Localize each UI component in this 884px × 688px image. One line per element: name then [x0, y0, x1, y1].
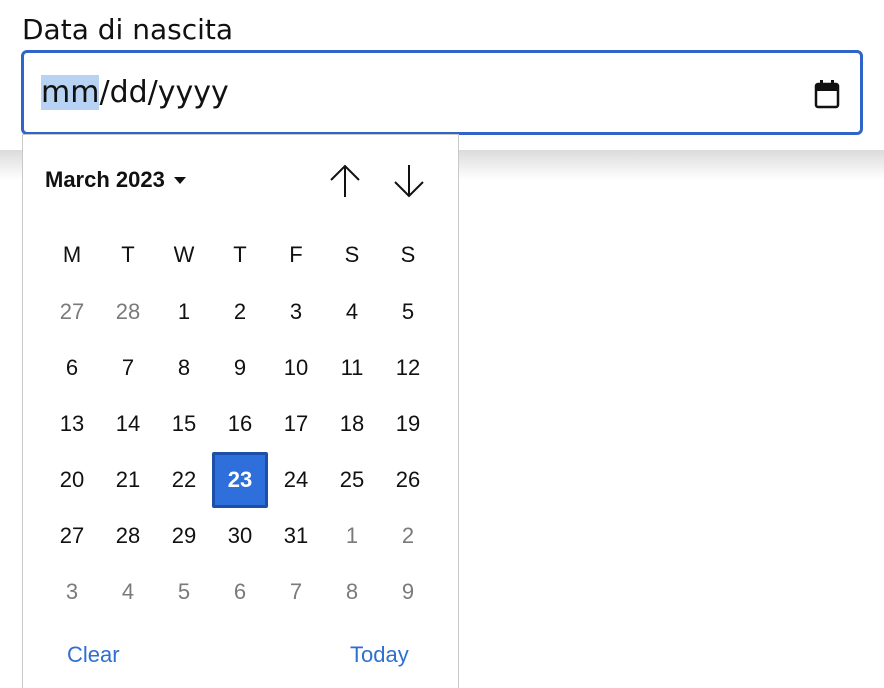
page: Data di nascita mm/dd/yyyy March 2023 MT… — [0, 0, 884, 688]
month-segment[interactable]: mm — [41, 75, 100, 110]
day-cell[interactable]: 21 — [100, 465, 156, 495]
day-cell[interactable]: 30 — [212, 521, 268, 551]
day-cell[interactable]: 6 — [212, 577, 268, 607]
day-cell[interactable]: 28 — [100, 297, 156, 327]
day-cell[interactable]: 2 — [380, 521, 436, 551]
field-label: Data di nascita — [22, 13, 234, 46]
caret-down-icon — [173, 176, 186, 184]
arrow-down-icon[interactable] — [389, 161, 429, 201]
day-cell[interactable]: 27 — [44, 297, 100, 327]
day-cell[interactable]: 5 — [380, 297, 436, 327]
date-separator: / — [99, 75, 110, 110]
day-cell[interactable]: 12 — [380, 353, 436, 383]
day-cell[interactable]: 29 — [156, 521, 212, 551]
day-cell[interactable]: 7 — [268, 577, 324, 607]
day-cell[interactable]: 7 — [100, 353, 156, 383]
day-cell[interactable]: 11 — [324, 353, 380, 383]
calendar-icon[interactable] — [814, 79, 840, 109]
day-segment[interactable]: dd — [110, 75, 148, 110]
day-cell[interactable]: 20 — [44, 465, 100, 495]
clear-button[interactable]: Clear — [67, 640, 120, 670]
arrow-up-icon[interactable] — [325, 161, 365, 201]
month-year-label: March 2023 — [45, 167, 165, 192]
day-cell[interactable]: 13 — [44, 409, 100, 439]
day-cell[interactable]: 4 — [324, 297, 380, 327]
month-year-selector[interactable]: March 2023 — [45, 165, 186, 195]
day-cell[interactable]: 14 — [100, 409, 156, 439]
day-cell[interactable]: 3 — [268, 297, 324, 327]
day-cell[interactable]: 17 — [268, 409, 324, 439]
weekday-header: F — [289, 242, 303, 267]
day-cell[interactable]: 18 — [324, 409, 380, 439]
weekday-header: S — [344, 242, 360, 267]
day-cell[interactable]: 31 — [268, 521, 324, 551]
day-cell[interactable]: 15 — [156, 409, 212, 439]
day-cell[interactable]: 25 — [324, 465, 380, 495]
day-cell[interactable]: 26 — [380, 465, 436, 495]
day-cell[interactable]: 3 — [44, 577, 100, 607]
weekday-header: M — [62, 242, 82, 267]
day-cell[interactable]: 9 — [380, 577, 436, 607]
day-cell[interactable]: 24 — [268, 465, 324, 495]
day-cell[interactable]: 2 — [212, 297, 268, 327]
day-cell[interactable]: 10 — [268, 353, 324, 383]
weekday-header: S — [400, 242, 416, 267]
date-picker-popup: March 2023 MTWTFSS 27 28 1 2 3 4 5 6 7 8 9 10 11 12 13… — [22, 134, 459, 688]
day-cell[interactable]: 1 — [324, 521, 380, 551]
today-button[interactable]: Today — [350, 640, 409, 670]
selected-day-cell[interactable]: 23 — [212, 452, 268, 508]
day-cell[interactable]: 22 — [156, 465, 212, 495]
year-segment[interactable]: yyyy — [158, 75, 229, 110]
weekday-header: T — [233, 242, 247, 267]
day-cell[interactable]: 8 — [156, 353, 212, 383]
weekday-header: T — [121, 242, 135, 267]
weekday-header: W — [173, 242, 195, 267]
day-cell[interactable]: 16 — [212, 409, 268, 439]
date-separator: / — [147, 75, 158, 110]
day-cell[interactable]: 4 — [100, 577, 156, 607]
day-cell[interactable]: 9 — [212, 353, 268, 383]
day-cell[interactable]: 1 — [156, 297, 212, 327]
day-cell[interactable]: 27 — [44, 521, 100, 551]
date-input[interactable]: mm/dd/yyyy — [21, 50, 863, 135]
day-cell[interactable]: 5 — [156, 577, 212, 607]
date-segments: mm/dd/yyyy — [41, 73, 229, 113]
day-cell[interactable]: 6 — [44, 353, 100, 383]
day-cell[interactable]: 19 — [380, 409, 436, 439]
day-cell[interactable]: 8 — [324, 577, 380, 607]
day-cell[interactable]: 28 — [100, 521, 156, 551]
